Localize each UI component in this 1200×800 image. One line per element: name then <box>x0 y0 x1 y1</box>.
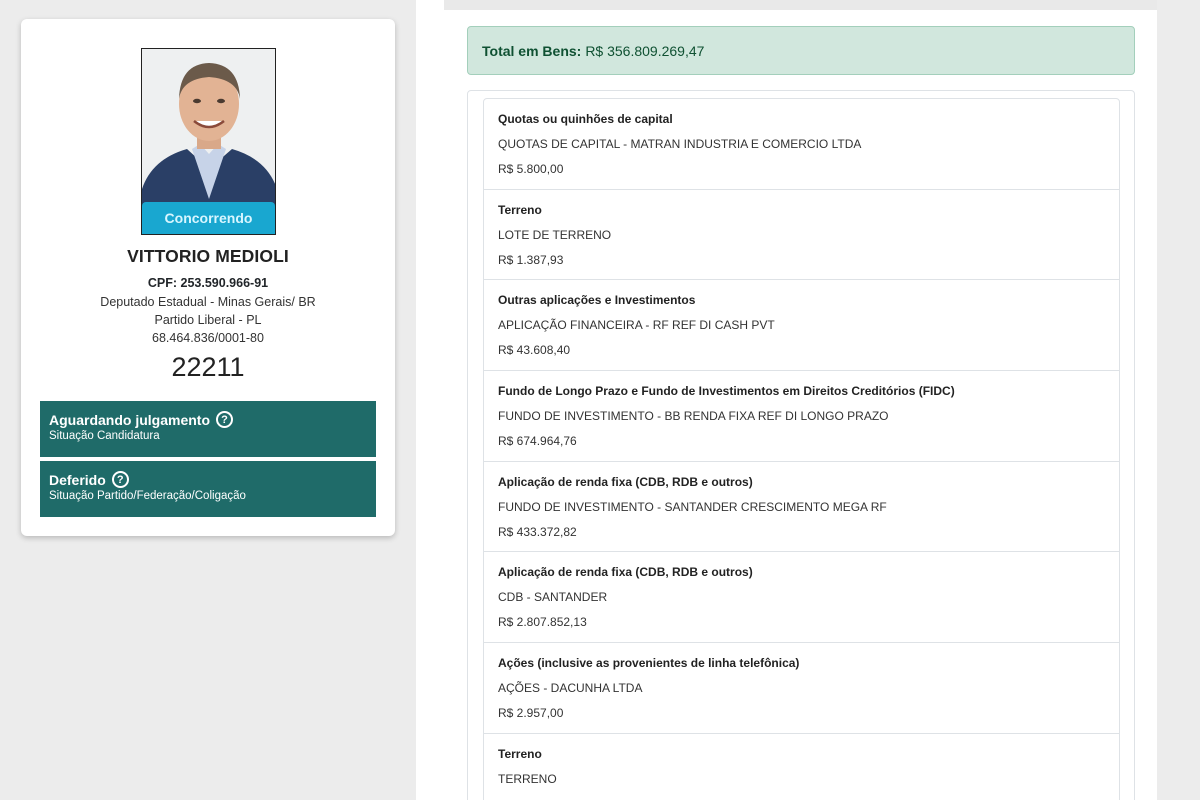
candidate-photo: Concorrendo <box>141 48 276 235</box>
asset-value: R$ 43.608,40 <box>498 343 571 358</box>
asset-type: Aplicação de renda fixa (CDB, RDB e outr… <box>498 474 753 489</box>
asset-description: TERRENO <box>498 771 557 786</box>
asset-type: Outras aplicações e Investimentos <box>498 293 696 308</box>
list-item: Aplicação de renda fixa (CDB, RDB e outr… <box>484 552 1119 644</box>
total-assets-value: R$ 356.809.269,47 <box>585 42 705 59</box>
candidate-number: 22211 <box>171 352 245 382</box>
question-circle-icon[interactable]: ? <box>111 471 129 488</box>
list-item: Ações (inclusive as provenientes de linh… <box>484 643 1119 734</box>
list-item: Terreno LOTE DE TERRENO R$ 1.387,93 <box>484 190 1119 281</box>
list-item: Terreno TERRENO <box>484 734 1119 800</box>
asset-value: R$ 2.957,00 <box>498 706 564 721</box>
asset-description: APLICAÇÃO FINANCEIRA - RF REF DI CASH PV… <box>498 318 775 333</box>
asset-description: QUOTAS DE CAPITAL - MATRAN INDUSTRIA E C… <box>498 137 862 151</box>
situation-candidature: Aguardando julgamento ? Situação Candida… <box>40 401 376 457</box>
total-assets-alert: Total em Bens: R$ 356.809.269,47 <box>467 26 1135 75</box>
asset-description: FUNDO DE INVESTIMENTO - SANTANDER CRESCI… <box>498 499 887 514</box>
situation-party-subtitle: Situação Partido/Federação/Coligação <box>49 490 246 502</box>
asset-value: R$ 433.372,82 <box>498 524 577 539</box>
asset-type: Quotas ou quinhões de capital <box>498 112 673 126</box>
asset-type: Aplicação de renda fixa (CDB, RDB e outr… <box>498 565 753 580</box>
situation-candidature-title: Aguardando julgamento <box>49 411 210 428</box>
asset-value: R$ 674.964,76 <box>498 434 577 449</box>
candidate-cnpj: 68.464.836/0001-80 <box>152 331 264 345</box>
assets-list: Quotas ou quinhões de capital QUOTAS DE … <box>483 98 1120 800</box>
total-assets-label: Total em Bens: <box>482 42 582 59</box>
list-item: Quotas ou quinhões de capital QUOTAS DE … <box>484 99 1119 190</box>
candidate-card: Concorrendo VITTORIO MEDIOLI CPF: 253.59… <box>21 19 395 536</box>
list-item: Outras aplicações e Investimentos APLICA… <box>484 280 1119 372</box>
assets-list-container: Quotas ou quinhões de capital QUOTAS DE … <box>467 90 1135 800</box>
asset-value: R$ 5.800,00 <box>498 162 564 176</box>
status-pill: Concorrendo <box>142 202 275 234</box>
candidate-name: VITTORIO MEDIOLI <box>127 246 289 266</box>
asset-type: Ações (inclusive as provenientes de linh… <box>498 656 800 671</box>
asset-description: AÇÕES - DACUNHA LTDA <box>498 681 643 696</box>
question-circle-icon[interactable]: ? <box>216 411 233 428</box>
asset-description: CDB - SANTANDER <box>498 590 608 605</box>
assets-panel: Total em Bens: R$ 356.809.269,47 Quotas … <box>416 0 1157 800</box>
asset-type: Terreno <box>498 202 542 217</box>
situation-party: Deferido ? Situação Partido/Federação/Co… <box>40 461 376 517</box>
asset-description: LOTE DE TERRENO <box>498 227 612 242</box>
page-scrollbar[interactable] <box>1186 0 1200 800</box>
tab-strip <box>444 0 1157 10</box>
situation-party-title: Deferido <box>49 471 106 488</box>
asset-value: R$ 1.387,93 <box>498 252 564 267</box>
candidate-office: Deputado Estadual - Minas Gerais/ BR <box>100 295 316 309</box>
asset-value: R$ 2.807.852,13 <box>498 615 587 630</box>
candidate-party: Partido Liberal - PL <box>154 313 262 327</box>
asset-type: Fundo de Longo Prazo e Fundo de Investim… <box>498 384 955 399</box>
asset-type: Terreno <box>498 746 542 761</box>
situation-candidature-subtitle: Situação Candidatura <box>49 430 160 442</box>
candidate-cpf: CPF: 253.590.966-91 <box>147 276 269 290</box>
asset-description: FUNDO DE INVESTIMENTO - BB RENDA FIXA RE… <box>498 409 889 424</box>
list-item: Fundo de Longo Prazo e Fundo de Investim… <box>484 371 1119 462</box>
list-item: Aplicação de renda fixa (CDB, RDB e outr… <box>484 462 1119 553</box>
